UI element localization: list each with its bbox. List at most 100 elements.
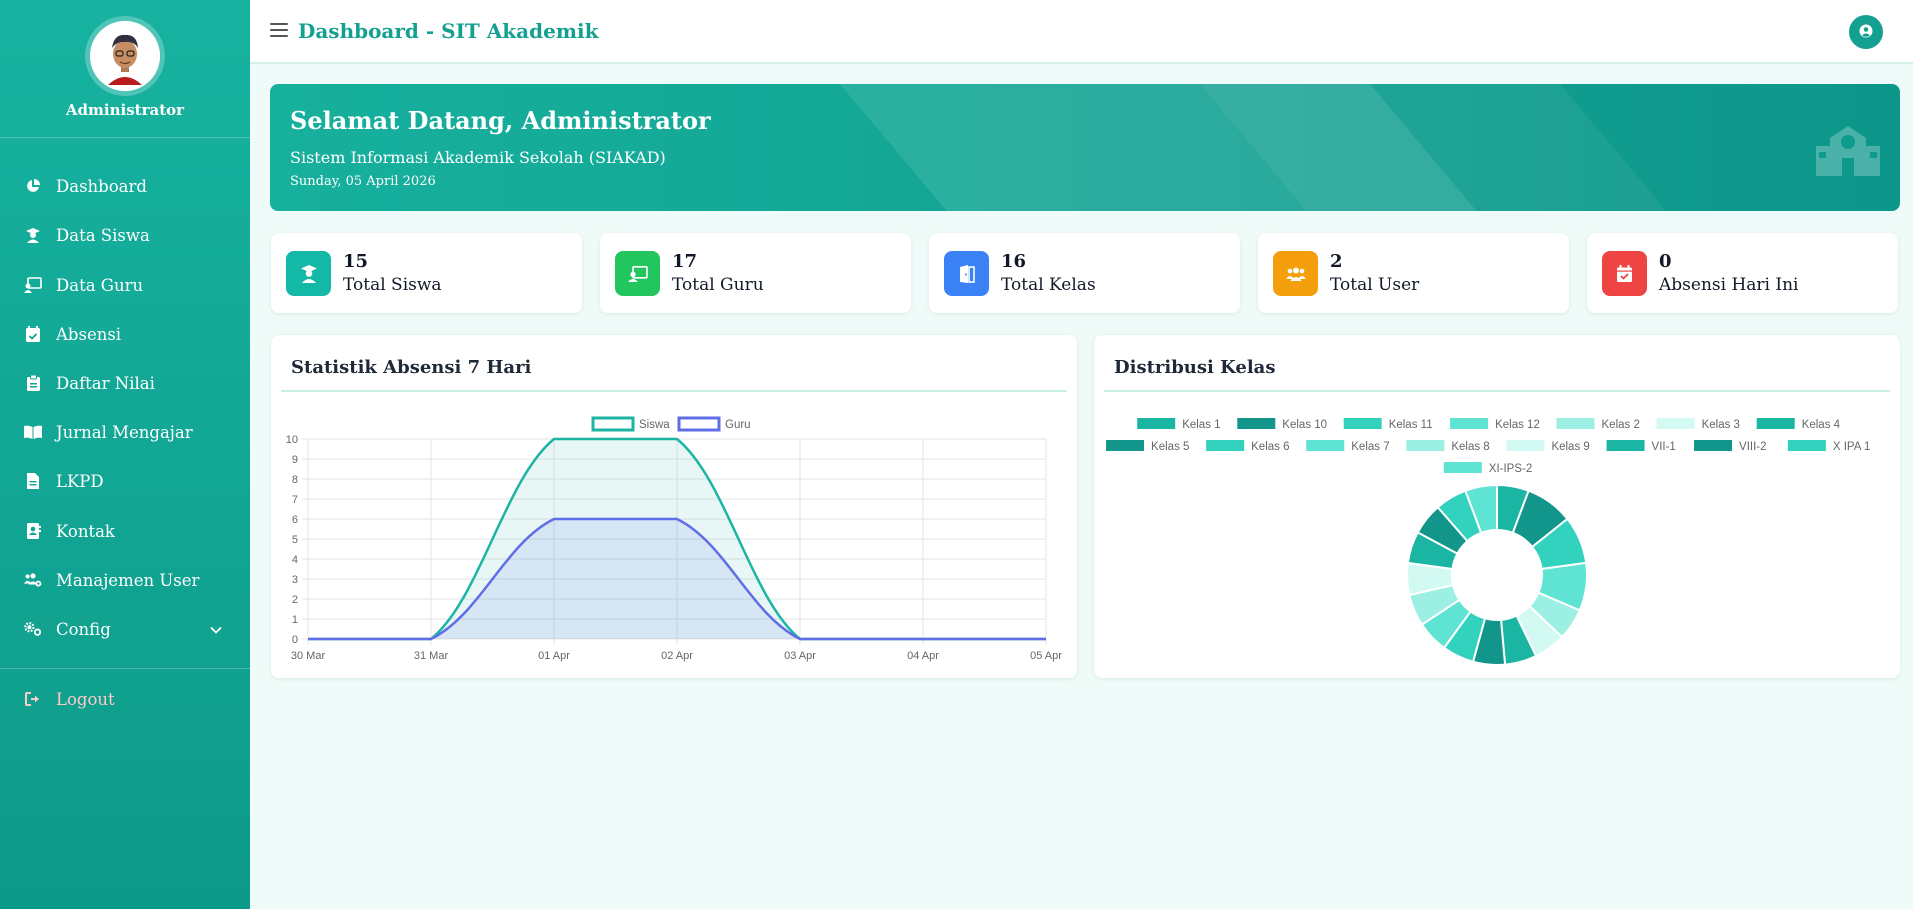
sidebar-item-dashboard[interactable]: Dashboard [0, 168, 250, 204]
stat-value: 15 [343, 251, 369, 272]
legend-label: Kelas 3 [1702, 419, 1740, 431]
y-tick-label: 7 [292, 494, 298, 506]
y-tick-label: 2 [292, 594, 298, 606]
sidebar-item-label: Data Guru [56, 275, 144, 295]
user-graduate-icon [24, 226, 42, 244]
user-circle-icon [1859, 23, 1873, 42]
topbar: Dashboard - SIT Akademik [250, 0, 1913, 64]
logout-label: Logout [56, 689, 115, 709]
welcome-subtitle: Sistem Informasi Akademik Sekolah (SIAKA… [290, 148, 666, 167]
x-tick-label: 31 Mar [414, 650, 449, 662]
sidebar-item-config[interactable]: Config [0, 611, 250, 647]
stat-label: Absensi Hari Ini [1659, 275, 1799, 295]
stat-value: 16 [1001, 251, 1027, 272]
stat-value: 17 [672, 251, 698, 272]
x-tick-label: 30 Mar [291, 650, 326, 662]
x-tick-label: 05 Apr [1030, 650, 1062, 662]
sidebar-divider [0, 668, 250, 669]
chalkboard-teacher-icon [615, 251, 660, 296]
legend-label: Kelas 7 [1351, 441, 1389, 453]
sidebar-item-data-siswa[interactable]: Data Siswa [0, 217, 250, 253]
legend-label: Kelas 5 [1151, 441, 1189, 453]
page-title: Dashboard - SIT Akademik [298, 19, 599, 43]
legend-label: Kelas 8 [1451, 441, 1489, 453]
legend-label: Kelas 1 [1182, 419, 1220, 431]
sidebar: Administrator Dashboard Data Siswa Data … [0, 0, 250, 909]
y-tick-label: 8 [292, 474, 298, 486]
legend-label: Siswa [639, 419, 670, 431]
legend-swatch [1606, 440, 1645, 451]
x-tick-label: 03 Apr [784, 650, 816, 662]
chalkboard-teacher-icon [24, 276, 42, 294]
users-icon [1273, 251, 1318, 296]
legend-label: Kelas 6 [1251, 441, 1289, 453]
legend-label: Kelas 4 [1802, 419, 1841, 431]
hamburger-menu-icon[interactable] [270, 23, 288, 39]
stat-label: Total Kelas [1001, 275, 1096, 295]
sidebar-item-label: Kontak [56, 521, 115, 541]
legend-swatch [1406, 440, 1445, 451]
sidebar-item-absensi[interactable]: Absensi [0, 316, 250, 352]
book-open-icon [24, 423, 42, 441]
avatar [90, 21, 160, 91]
logout-button[interactable]: Logout [0, 681, 250, 717]
legend-swatch [1343, 418, 1382, 429]
y-tick-label: 3 [292, 574, 298, 586]
stat-label: Total Siswa [343, 275, 442, 295]
legend-swatch [1656, 418, 1695, 429]
legend-swatch [1443, 462, 1482, 473]
legend-label: Guru [725, 419, 751, 431]
x-tick-label: 02 Apr [661, 650, 693, 662]
y-tick-label: 0 [292, 634, 298, 646]
sidebar-item-label: Dashboard [56, 176, 147, 196]
stat-value: 0 [1659, 251, 1672, 272]
legend-label: Kelas 2 [1602, 419, 1640, 431]
sidebar-item-manajemen-user[interactable]: Manajemen User [0, 562, 250, 598]
stat-card-total-kelas: 16 Total Kelas [929, 233, 1240, 313]
legend-label: VII-1 [1652, 441, 1676, 453]
legend-swatch [1787, 440, 1826, 451]
chevron-down-icon[interactable] [209, 622, 223, 636]
legend-swatch [1450, 418, 1489, 429]
welcome-banner: Selamat Datang, Administrator Sistem Inf… [270, 84, 1900, 211]
file-icon [24, 472, 42, 490]
legend-swatch [1556, 418, 1595, 429]
class-distribution-card: Distribusi Kelas Kelas 1 Kelas 10 Kelas 11… [1094, 335, 1900, 678]
sidebar-item-daftar-nilai[interactable]: Daftar Nilai [0, 365, 250, 401]
legend-label: X IPA 1 [1833, 441, 1871, 453]
legend-swatch [1694, 440, 1733, 451]
profile-name: Administrator [65, 101, 185, 119]
address-book-icon [24, 522, 42, 540]
x-tick-label: 01 Apr [538, 650, 570, 662]
sidebar-item-label: Daftar Nilai [56, 373, 155, 393]
legend-swatch [1137, 418, 1176, 429]
sidebar-item-lkpd[interactable]: LKPD [0, 463, 250, 499]
attendance-chart-card: Statistik Absensi 7 Hari 0 1 2 3 4 5 6 7 8 9 10 30 … [271, 335, 1077, 678]
welcome-date: Sunday, 05 April 2026 [290, 174, 436, 189]
welcome-title: Selamat Datang, Administrator [290, 106, 711, 135]
calendar-check-icon [24, 325, 42, 343]
legend-swatch [1756, 418, 1795, 429]
legend-swatch [591, 416, 635, 432]
y-tick-label: 1 [292, 614, 298, 626]
sidebar-item-label: Manajemen User [56, 570, 200, 590]
y-tick-label: 10 [286, 434, 298, 446]
door-open-icon [944, 251, 989, 296]
legend-label: VIII-2 [1739, 441, 1766, 453]
stat-card-absensi-hari-ini: 0 Absensi Hari Ini [1587, 233, 1898, 313]
legend-swatch [1106, 440, 1145, 451]
y-tick-label: 9 [292, 454, 298, 466]
y-tick-label: 4 [292, 554, 298, 566]
attendance-line-chart: 0 1 2 3 4 5 6 7 8 9 10 30 Mar 31 Mar 01 Apr 02 Apr 03 A… [286, 416, 1062, 662]
chart-pie-icon [24, 177, 42, 195]
user-menu-button[interactable] [1849, 15, 1883, 49]
sidebar-item-kontak[interactable]: Kontak [0, 513, 250, 549]
legend-swatch [1237, 418, 1276, 429]
sidebar-item-label: Config [56, 619, 111, 639]
sidebar-item-jurnal-mengajar[interactable]: Jurnal Mengajar [0, 414, 250, 450]
sidebar-item-data-guru[interactable]: Data Guru [0, 267, 250, 303]
legend-label: Kelas 9 [1551, 441, 1589, 453]
user-graduate-icon [286, 251, 331, 296]
legend-swatch [1306, 440, 1345, 451]
legend-label: Kelas 11 [1389, 419, 1433, 431]
